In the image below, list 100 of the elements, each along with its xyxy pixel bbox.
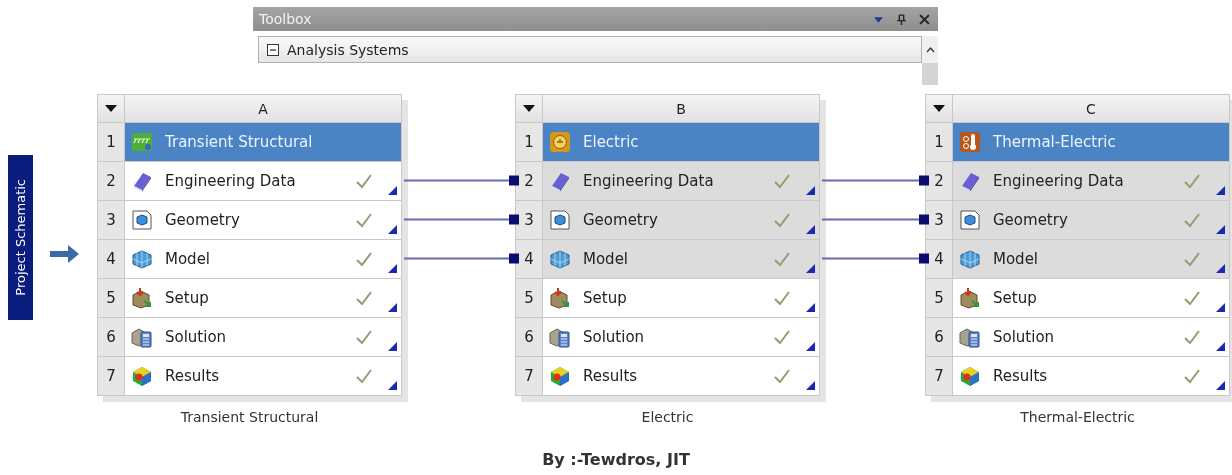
system-cell[interactable]: Engineering Data xyxy=(125,162,401,200)
caret-down-icon xyxy=(933,104,945,113)
row-number: 5 xyxy=(516,279,542,317)
system-cell[interactable]: Model xyxy=(125,240,401,278)
row-number: 4 xyxy=(926,240,952,278)
row-number: 3 xyxy=(516,201,542,239)
corner-triangle-icon xyxy=(388,381,397,390)
corner-triangle-icon xyxy=(806,303,815,312)
corner-triangle-icon xyxy=(388,225,397,234)
system-title[interactable]: Transient Structural xyxy=(125,123,401,161)
corner-triangle-icon xyxy=(806,381,815,390)
system-cell[interactable]: Solution xyxy=(953,318,1229,356)
row-number: 1 xyxy=(516,123,542,161)
mesh-icon xyxy=(549,248,571,270)
cube-icon xyxy=(549,365,571,387)
corner-triangle-icon xyxy=(388,303,397,312)
mesh-icon xyxy=(131,248,153,270)
corner-triangle-icon xyxy=(1216,186,1225,195)
column-header: C xyxy=(953,95,1229,122)
row-number: 5 xyxy=(926,279,952,317)
system-cell[interactable]: Results xyxy=(953,357,1229,395)
project-schematic-tab[interactable]: Project Schematic xyxy=(8,155,33,320)
collapse-icon[interactable] xyxy=(267,43,279,56)
system-cell[interactable]: Geometry xyxy=(543,201,819,239)
row-number: 1 xyxy=(926,123,952,161)
corner-triangle-icon xyxy=(388,264,397,273)
corner-triangle-icon xyxy=(806,225,815,234)
corner-triangle-icon xyxy=(806,264,815,273)
corner-triangle-icon xyxy=(1216,342,1225,351)
row-number: 3 xyxy=(98,201,124,239)
system-title[interactable]: Thermal-Electric xyxy=(953,123,1229,161)
book-icon xyxy=(131,170,153,192)
cube-document-icon xyxy=(131,209,153,231)
system-cell[interactable]: Model xyxy=(953,240,1229,278)
corner-triangle-icon xyxy=(1216,225,1225,234)
row-number: 6 xyxy=(516,318,542,356)
toolbox-section[interactable]: Analysis Systems xyxy=(258,36,922,63)
system-cell[interactable]: Results xyxy=(125,357,401,395)
cube-icon xyxy=(131,365,153,387)
system-cell[interactable]: Model xyxy=(543,240,819,278)
column-header: A xyxy=(125,95,401,122)
row-number: 3 xyxy=(926,201,952,239)
system-cell[interactable]: Geometry xyxy=(125,201,401,239)
row-number: 7 xyxy=(98,357,124,395)
cube-icon xyxy=(959,365,981,387)
row-number: 4 xyxy=(516,240,542,278)
toolbox-title: Toolbox xyxy=(259,11,313,27)
mesh-icon xyxy=(959,248,981,270)
clock-icon xyxy=(549,131,571,153)
corner-triangle-icon xyxy=(388,186,397,195)
system-cell[interactable]: Engineering Data xyxy=(953,162,1229,200)
system-menu-button[interactable] xyxy=(98,95,124,122)
book-icon xyxy=(549,170,571,192)
system-caption: Electric xyxy=(640,409,695,425)
box-arrow-icon xyxy=(549,287,571,309)
row-number: 7 xyxy=(926,357,952,395)
system-cell[interactable]: Results xyxy=(543,357,819,395)
system-title[interactable]: Electric xyxy=(543,123,819,161)
system-menu-button[interactable] xyxy=(516,95,542,122)
box-arrow-icon xyxy=(131,287,153,309)
caret-down-icon xyxy=(523,104,535,113)
author-credit: By :-Tewdros, JIT xyxy=(542,450,690,469)
column-header: B xyxy=(543,95,819,122)
system-cell[interactable]: Geometry xyxy=(953,201,1229,239)
caret-down-icon xyxy=(105,104,117,113)
corner-triangle-icon xyxy=(388,342,397,351)
row-number: 6 xyxy=(926,318,952,356)
row-number: 1 xyxy=(98,123,124,161)
system-cell[interactable]: Solution xyxy=(125,318,401,356)
close-icon[interactable] xyxy=(919,13,930,25)
system-cell[interactable]: Setup xyxy=(125,279,401,317)
system-menu-button[interactable] xyxy=(926,95,952,122)
row-number: 2 xyxy=(98,162,124,200)
box-arrow-icon xyxy=(959,287,981,309)
corner-triangle-icon xyxy=(806,186,815,195)
system-cell[interactable]: Setup xyxy=(543,279,819,317)
row-number: 2 xyxy=(516,162,542,200)
pin-icon[interactable] xyxy=(896,13,907,25)
corner-triangle-icon xyxy=(1216,381,1225,390)
corner-triangle-icon xyxy=(806,342,815,351)
corner-triangle-icon xyxy=(1216,264,1225,273)
system-cell[interactable]: Setup xyxy=(953,279,1229,317)
cube-document-icon xyxy=(959,209,981,231)
calculator-icon xyxy=(549,326,571,348)
calculator-icon xyxy=(131,326,153,348)
arrow-icon xyxy=(50,244,80,264)
caret-up-icon xyxy=(925,46,935,53)
calculator-icon xyxy=(959,326,981,348)
corner-triangle-icon xyxy=(1216,303,1225,312)
scrollbar-thumb[interactable] xyxy=(922,63,938,85)
system-caption: Transient Structural xyxy=(179,409,320,425)
system-cell[interactable]: Engineering Data xyxy=(543,162,819,200)
scroll-up-button[interactable] xyxy=(922,36,938,63)
beam-icon xyxy=(131,131,153,153)
system-cell[interactable]: Solution xyxy=(543,318,819,356)
row-number: 2 xyxy=(926,162,952,200)
row-number: 6 xyxy=(98,318,124,356)
book-icon xyxy=(959,170,981,192)
row-number: 5 xyxy=(98,279,124,317)
row-number: 7 xyxy=(516,357,542,395)
